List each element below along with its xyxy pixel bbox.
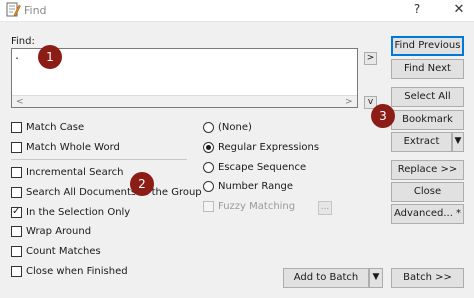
search-all-documents-checkbox[interactable] xyxy=(11,187,22,198)
search-all-documents-label: Search All Documents in the Group xyxy=(26,187,202,198)
add-to-batch-dropdown-icon[interactable]: ▼ xyxy=(369,268,383,288)
match-whole-word-label: Match Whole Word xyxy=(26,142,120,153)
fuzzy-matching-label: Fuzzy Matching xyxy=(218,201,296,212)
close-when-finished-label: Close when Finished xyxy=(26,266,128,277)
add-to-batch-button[interactable]: Add to Batch xyxy=(283,268,369,288)
count-matches-label: Count Matches xyxy=(26,246,101,257)
find-input[interactable]: . < > xyxy=(11,48,358,108)
mode-number-range-label: Number Range xyxy=(218,181,294,192)
help-button[interactable]: ? xyxy=(409,2,425,18)
mode-none-label: (None) xyxy=(218,122,252,133)
scroll-left-icon[interactable]: < xyxy=(16,97,24,107)
mode-escape-radio[interactable] xyxy=(203,162,214,173)
annotation-badge-1: 1 xyxy=(38,45,62,69)
fuzzy-matching-checkbox xyxy=(203,201,214,212)
selection-only-checkbox[interactable] xyxy=(11,206,22,218)
advanced-button[interactable]: Advanced... * xyxy=(391,204,464,224)
batch-button[interactable]: Batch >> xyxy=(391,268,464,288)
mode-escape-label: Escape Sequence xyxy=(218,162,307,173)
mode-regex-label: Regular Expressions xyxy=(218,142,320,153)
find-input-value: . xyxy=(14,51,21,62)
scroll-right-icon[interactable]: > xyxy=(345,97,353,107)
match-case-label: Match Case xyxy=(26,122,85,133)
count-matches-checkbox[interactable] xyxy=(11,246,22,257)
close-when-finished-checkbox[interactable] xyxy=(11,266,22,277)
window-title: Find xyxy=(24,4,47,17)
annotation-badge-2: 2 xyxy=(130,172,154,196)
find-previous-button[interactable]: Find Previous xyxy=(391,36,464,56)
wrap-around-label: Wrap Around xyxy=(26,226,92,237)
close-button[interactable]: Close xyxy=(391,182,464,202)
horizontal-scrollbar[interactable]: < > xyxy=(12,95,357,107)
find-label: Find: xyxy=(11,36,35,47)
incremental-search-checkbox[interactable] xyxy=(11,167,22,178)
replace-button[interactable]: Replace >> xyxy=(391,160,464,180)
notepad-pencil-icon xyxy=(6,2,21,17)
incremental-search-label: Incremental Search xyxy=(26,167,124,178)
fuzzy-options-button: ... xyxy=(318,201,332,215)
extract-button[interactable]: Extract xyxy=(391,132,452,152)
options-separator xyxy=(11,159,187,160)
select-all-button[interactable]: Select All xyxy=(391,87,464,107)
annotation-badge-3: 3 xyxy=(371,104,395,128)
extract-dropdown-icon[interactable]: ▼ xyxy=(452,132,464,152)
bookmark-button[interactable]: Bookmark xyxy=(391,110,464,130)
match-case-checkbox[interactable] xyxy=(11,122,22,133)
mode-none-radio[interactable] xyxy=(203,122,214,133)
mode-regex-radio[interactable] xyxy=(203,142,214,153)
find-next-button[interactable]: Find Next xyxy=(391,59,464,79)
title-bar: Find ? ✕ xyxy=(0,0,474,22)
mode-number-range-radio[interactable] xyxy=(203,181,214,192)
selection-only-label: In the Selection Only xyxy=(26,207,131,218)
match-whole-word-checkbox[interactable] xyxy=(11,142,22,153)
history-next-button[interactable]: > xyxy=(364,52,377,65)
close-window-button[interactable]: ✕ xyxy=(451,2,467,18)
wrap-around-checkbox[interactable] xyxy=(11,226,22,237)
